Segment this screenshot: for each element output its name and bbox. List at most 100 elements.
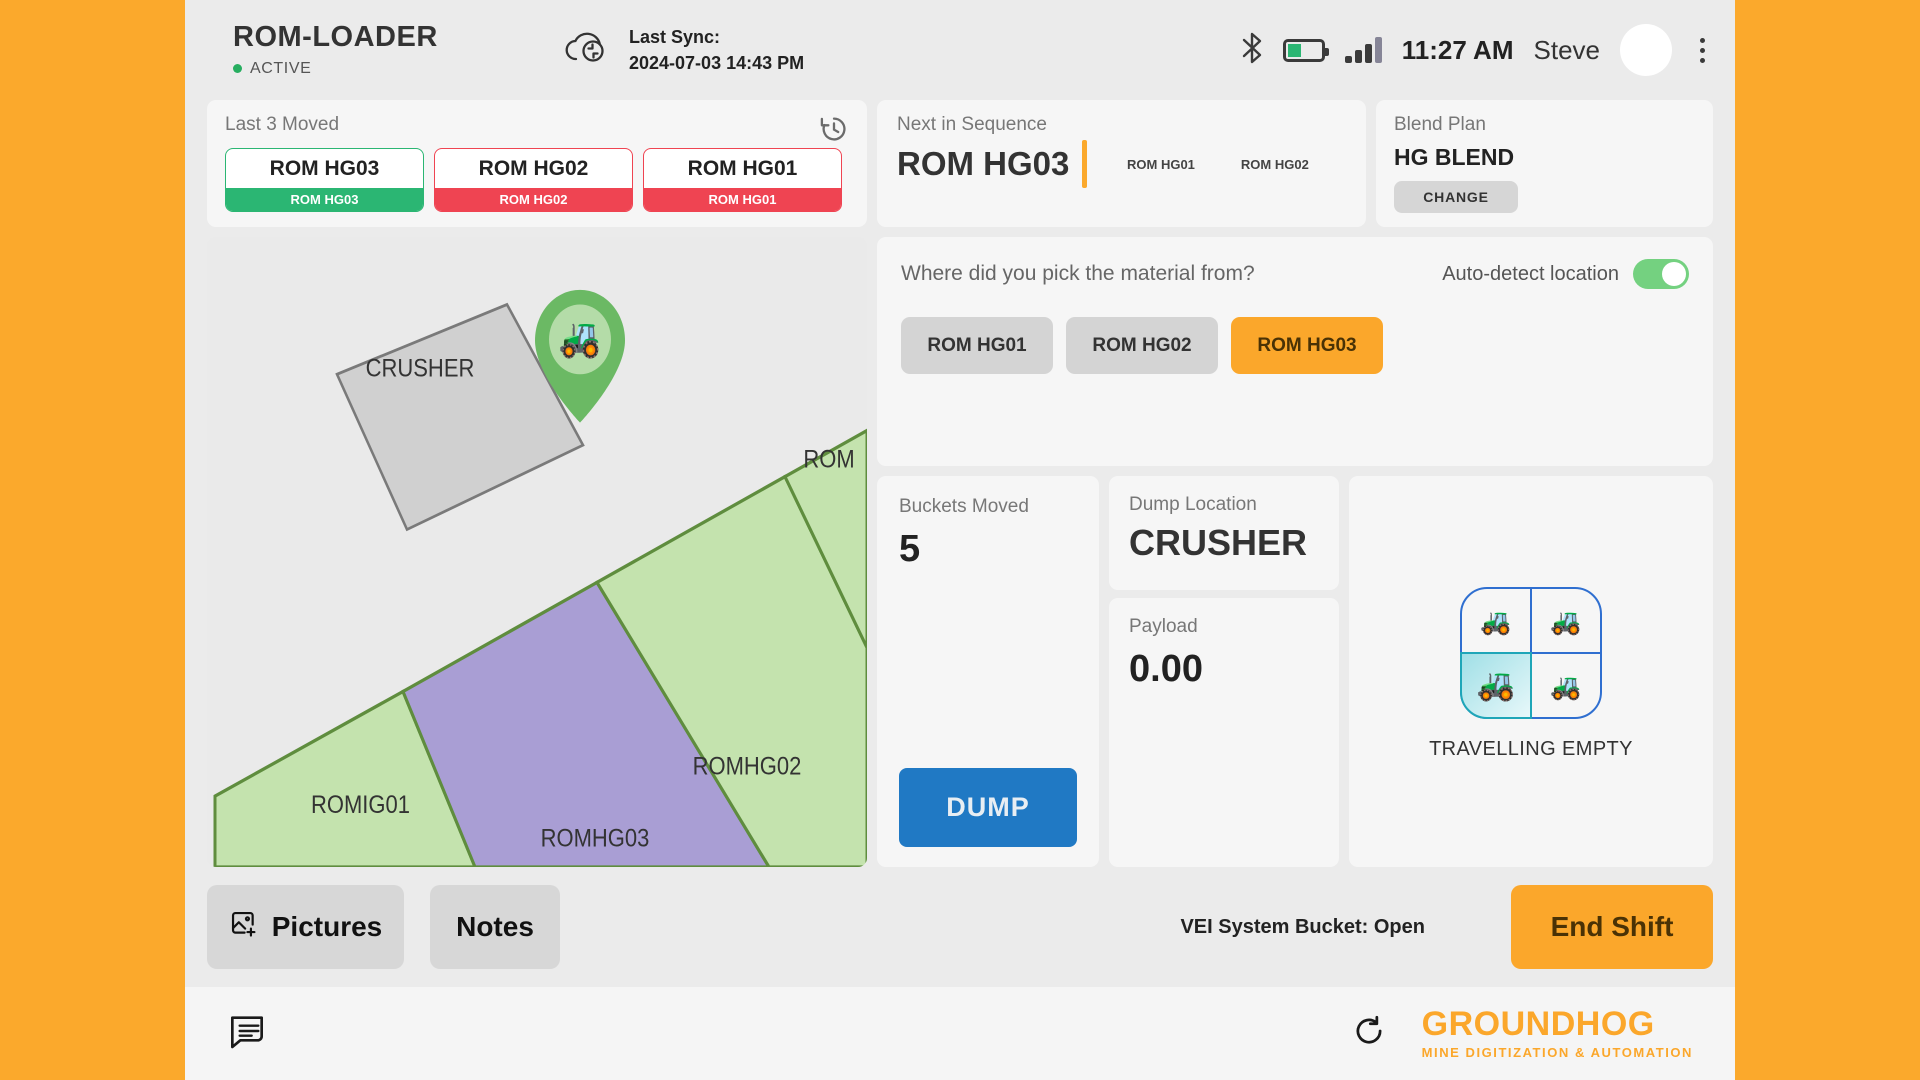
end-shift-button[interactable]: End Shift xyxy=(1511,885,1713,969)
sync-text: Last Sync: 2024-07-03 14:43 PM xyxy=(629,24,804,76)
source-option-rom-hg03[interactable]: ROM HG03 xyxy=(1231,317,1383,374)
source-option-rom-hg01[interactable]: ROM HG01 xyxy=(901,317,1053,374)
app-body: Last 3 Moved ROM HG03 ROM HG03 ROM HG02 xyxy=(185,100,1735,987)
last-3-moved-card: Last 3 Moved ROM HG03 ROM HG03 ROM HG02 xyxy=(207,100,867,227)
stats-row: Buckets Moved 5 DUMP Dump Location CRUSH… xyxy=(877,476,1713,867)
action-bar: Pictures Notes VEI System Bucket: Open E… xyxy=(207,867,1713,987)
avatar[interactable] xyxy=(1620,24,1672,76)
svg-text:🚜: 🚜 xyxy=(559,316,601,359)
signal-bars-icon xyxy=(1344,37,1382,63)
moved-chip-name: ROM HG02 xyxy=(478,156,589,180)
payload-value: 0.00 xyxy=(1129,648,1203,690)
map-canvas: CRUSHER ROMIG01 ROMHG03 ROMHG02 ROM 🚜 xyxy=(207,237,867,867)
app-header: ROM-LOADER ACTIVE Last Sync: 2024-07-03 … xyxy=(185,0,1735,100)
battery-icon xyxy=(1282,38,1329,62)
dump-location-card: Dump Location CRUSHER xyxy=(1109,476,1339,590)
vehicle-state-card[interactable]: 🚜 🚜 🚜 🚜 TRAVELLING EMPTY xyxy=(1349,476,1713,867)
blend-plan-value: HG BLEND xyxy=(1394,144,1515,170)
brand-block: ROM-LOADER ACTIVE xyxy=(233,22,563,77)
clock: 11:27 AM xyxy=(1401,34,1514,65)
dump-location-value: CRUSHER xyxy=(1129,522,1308,563)
site-map[interactable]: CRUSHER ROMIG01 ROMHG03 ROMHG02 ROM 🚜 xyxy=(207,237,867,867)
active-dot-icon xyxy=(233,64,242,74)
payload-label: Payload xyxy=(1129,616,1198,637)
payload-card: Payload 0.00 xyxy=(1109,598,1339,867)
blend-plan-title: Blend Plan xyxy=(1394,114,1486,135)
status-text: ACTIVE xyxy=(250,59,312,77)
map-zone-label: ROM xyxy=(803,445,854,472)
right-column: Where did you pick the material from? Au… xyxy=(877,237,1713,867)
dump-payload-column: Dump Location CRUSHER Payload 0.00 xyxy=(1109,476,1339,867)
notes-button[interactable]: Notes xyxy=(430,885,560,969)
map-zone-label: ROMIG01 xyxy=(311,791,410,818)
next-in-sequence-row: ROM HG03 ROM HG01 ROM HG02 xyxy=(897,140,1346,188)
auto-detect-label: Auto-detect location xyxy=(1442,262,1619,285)
middle-row: CRUSHER ROMIG01 ROMHG03 ROMHG02 ROM 🚜 Wh… xyxy=(207,237,1713,867)
moved-chip-sub: ROM HG02 xyxy=(435,188,632,211)
material-source-header: Where did you pick the material from? Au… xyxy=(901,259,1689,289)
material-source-options: ROM HG01 ROM HG02 ROM HG03 xyxy=(901,317,1689,374)
dump-button[interactable]: DUMP xyxy=(899,768,1077,847)
cloud-sync-icon[interactable] xyxy=(563,28,611,73)
history-icon[interactable] xyxy=(819,114,849,149)
moved-chip-sub: ROM HG03 xyxy=(226,188,423,211)
next-in-sequence-card: Next in Sequence ROM HG03 ROM HG01 ROM H… xyxy=(877,100,1366,227)
status-badge: ACTIVE xyxy=(233,60,563,78)
moved-chip[interactable]: ROM HG03 ROM HG03 xyxy=(225,148,424,212)
pictures-label: Pictures xyxy=(271,911,383,942)
queue-item: ROM HG02 xyxy=(1240,156,1309,172)
quadrant-icon-dumping: 🚜 xyxy=(1550,673,1581,701)
header-status-area: 11:27 AM Steve xyxy=(1241,24,1713,76)
vehicle-state-quadrants: 🚜 🚜 🚜 🚜 xyxy=(1460,587,1602,719)
auto-detect-group: Auto-detect location xyxy=(1442,259,1689,289)
map-zone-label: ROMHG02 xyxy=(693,753,802,780)
quadrant-icon-travelling-empty: 🚜 xyxy=(1477,667,1516,702)
vehicle-state-label: TRAVELLING EMPTY xyxy=(1429,738,1633,760)
quadrant-icon-travelling-loaded: 🚜 xyxy=(1550,608,1581,636)
last-sync-block: Last Sync: 2024-07-03 14:43 PM xyxy=(563,24,804,76)
pictures-button[interactable]: Pictures xyxy=(207,885,404,969)
logo-wordmark: GROUNDHOG xyxy=(1421,1005,1655,1043)
app-window: ROM-LOADER ACTIVE Last Sync: 2024-07-03 … xyxy=(185,0,1735,1080)
auto-detect-toggle[interactable] xyxy=(1633,259,1689,289)
sync-label: Last Sync: xyxy=(629,26,721,47)
next-in-sequence-current: ROM HG03 xyxy=(897,145,1070,182)
kebab-menu-icon[interactable] xyxy=(1692,34,1713,67)
sync-value: 2024-07-03 14:43 PM xyxy=(629,53,805,73)
map-crusher-label: CRUSHER xyxy=(366,354,475,381)
refresh-icon[interactable] xyxy=(1352,1014,1386,1053)
message-icon[interactable] xyxy=(227,1012,267,1055)
battery-fill xyxy=(1287,43,1303,57)
username: Steve xyxy=(1533,34,1601,65)
change-blend-button[interactable]: CHANGE xyxy=(1394,181,1518,213)
last-3-moved-title: Last 3 Moved xyxy=(225,114,340,135)
app-title: ROM-LOADER xyxy=(233,21,438,54)
material-source-question: Where did you pick the material from? xyxy=(901,262,1255,285)
groundhog-logo: GROUNDHOG MINE DIGITIZATION & AUTOMATION xyxy=(1422,1007,1693,1060)
queue-item: ROM HG01 xyxy=(1127,156,1195,172)
vei-status-text: VEI System Bucket: Open xyxy=(1180,915,1425,938)
material-source-card: Where did you pick the material from? Au… xyxy=(877,237,1713,466)
footer-right: GROUNDHOG MINE DIGITIZATION & AUTOMATION xyxy=(1352,1007,1693,1060)
bluetooth-icon xyxy=(1241,31,1263,70)
dump-location-label: Dump Location xyxy=(1129,494,1257,515)
map-zone-label: ROMHG03 xyxy=(541,825,650,852)
logo-tagline: MINE DIGITIZATION & AUTOMATION xyxy=(1421,1045,1693,1060)
buckets-moved-card: Buckets Moved 5 DUMP xyxy=(877,476,1099,867)
next-in-sequence-title: Next in Sequence xyxy=(897,114,1047,135)
sequence-queue: ROM HG01 ROM HG02 xyxy=(1127,157,1309,172)
quadrant-icon-loading: 🚜 xyxy=(1480,608,1511,636)
top-row: Last 3 Moved ROM HG03 ROM HG03 ROM HG02 xyxy=(207,100,1713,227)
buckets-moved-value: 5 xyxy=(899,528,921,570)
app-footer: GROUNDHOG MINE DIGITIZATION & AUTOMATION xyxy=(185,987,1735,1080)
blend-plan-card: Blend Plan HG BLEND CHANGE xyxy=(1376,100,1713,227)
moved-chip[interactable]: ROM HG01 ROM HG01 xyxy=(643,148,842,212)
moved-chip-sub: ROM HG01 xyxy=(644,188,841,211)
moved-chip-name: ROM HG01 xyxy=(687,156,798,180)
last-3-moved-chips: ROM HG03 ROM HG03 ROM HG02 ROM HG02 ROM … xyxy=(225,148,849,212)
moved-chip-name: ROM HG03 xyxy=(269,156,380,180)
add-image-icon xyxy=(229,909,259,946)
buckets-moved-label: Buckets Moved xyxy=(899,496,1029,517)
source-option-rom-hg02[interactable]: ROM HG02 xyxy=(1066,317,1218,374)
moved-chip[interactable]: ROM HG02 ROM HG02 xyxy=(434,148,633,212)
